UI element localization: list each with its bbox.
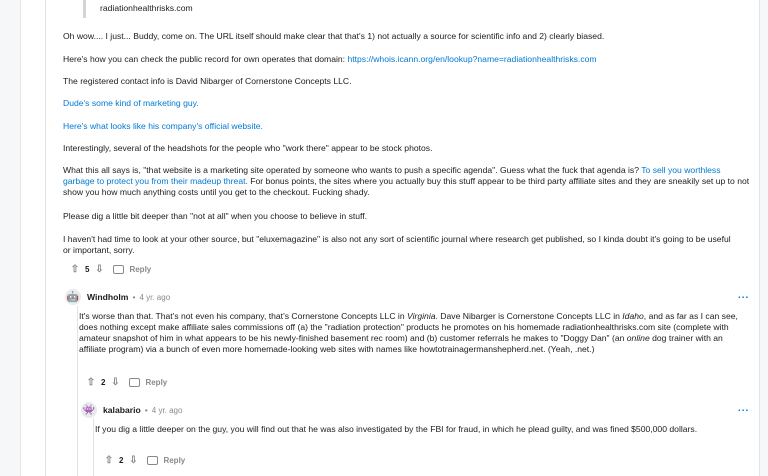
windholm-header: 🤖 Windholm • 4 yr. ago: [65, 289, 170, 305]
reply-button[interactable]: Reply: [129, 377, 167, 387]
windholm-action-bar: ⇧ 2 ⇩ Reply: [85, 375, 167, 389]
vote-count: 2: [101, 377, 106, 387]
paragraph-3: The registered contact info is David Nib…: [63, 76, 352, 86]
vote-count: 2: [119, 455, 124, 465]
more-options-icon[interactable]: ...: [738, 290, 749, 301]
downvote-icon[interactable]: ⇩: [127, 455, 139, 466]
snoo-avatar-icon[interactable]: 🤖: [65, 289, 81, 305]
upvote-icon[interactable]: ⇧: [69, 264, 81, 275]
comment-thread-card: radiationhealthrisks.com Oh wow.... I ju…: [20, 0, 760, 476]
more-options-icon[interactable]: ...: [738, 403, 749, 414]
timestamp[interactable]: 4 yr. ago: [139, 293, 170, 302]
kalabario-header: 👾 kalabario • 4 yr. ago: [81, 402, 182, 418]
paragraph-9: I haven't had time to look at your other…: [63, 234, 731, 255]
thread-line-root[interactable]: [45, 0, 46, 476]
timestamp[interactable]: 4 yr. ago: [152, 406, 183, 415]
author-name[interactable]: kalabario: [103, 405, 141, 415]
quote-text: radiationhealthrisks.com: [100, 3, 193, 13]
paragraph-1: Oh wow.... I just... Buddy, come on. The…: [63, 31, 605, 41]
paragraph-7: What this all says is, "that website is …: [63, 165, 750, 197]
reply-button[interactable]: Reply: [147, 455, 185, 465]
whois-link[interactable]: https://whois.icann.org/en/lookup?name=r…: [347, 54, 596, 64]
reply-button[interactable]: Reply: [113, 264, 151, 274]
upvote-icon[interactable]: ⇧: [103, 455, 115, 466]
comment-bubble-icon: [147, 455, 159, 465]
kalabario-comment-body: If you dig a little deeper on the guy, y…: [95, 424, 698, 434]
blockquote: radiationhealthrisks.com: [83, 0, 723, 18]
downvote-icon[interactable]: ⇩: [93, 264, 105, 275]
separator-dot: •: [132, 292, 136, 302]
author-name[interactable]: Windholm: [87, 292, 128, 302]
kalabario-action-bar: ⇧ 2 ⇩ Reply: [103, 453, 185, 467]
company-website-link[interactable]: Here's what looks like his company's off…: [63, 121, 263, 131]
comment-bubble-icon: [129, 377, 141, 387]
paragraph-2: Here's how you can check the public reco…: [63, 54, 597, 64]
vote-count: 5: [85, 264, 90, 274]
marketing-guy-link[interactable]: Dude's some kind of marketing guy.: [63, 98, 199, 108]
comment-bubble-icon: [113, 264, 125, 274]
paragraph-5: Here's what looks like his company's off…: [63, 121, 753, 132]
paragraph-8: Please dig a little bit deeper than "not…: [63, 211, 368, 221]
paragraph-6: Interestingly, several of the headshots …: [63, 143, 433, 153]
windholm-comment-body: It's worse than that. That's not even hi…: [79, 311, 738, 354]
paragraph-4: Dude's some kind of marketing guy.: [63, 98, 753, 109]
upvote-icon[interactable]: ⇧: [85, 377, 97, 388]
parent-action-bar: ⇧ 5 ⇩ Reply: [69, 262, 151, 276]
thread-line-kalabario[interactable]: [93, 418, 94, 476]
snoo-avatar-icon[interactable]: 👾: [81, 402, 97, 418]
thread-line-windholm[interactable]: [77, 306, 78, 476]
downvote-icon[interactable]: ⇩: [109, 377, 121, 388]
separator-dot: •: [144, 405, 148, 415]
